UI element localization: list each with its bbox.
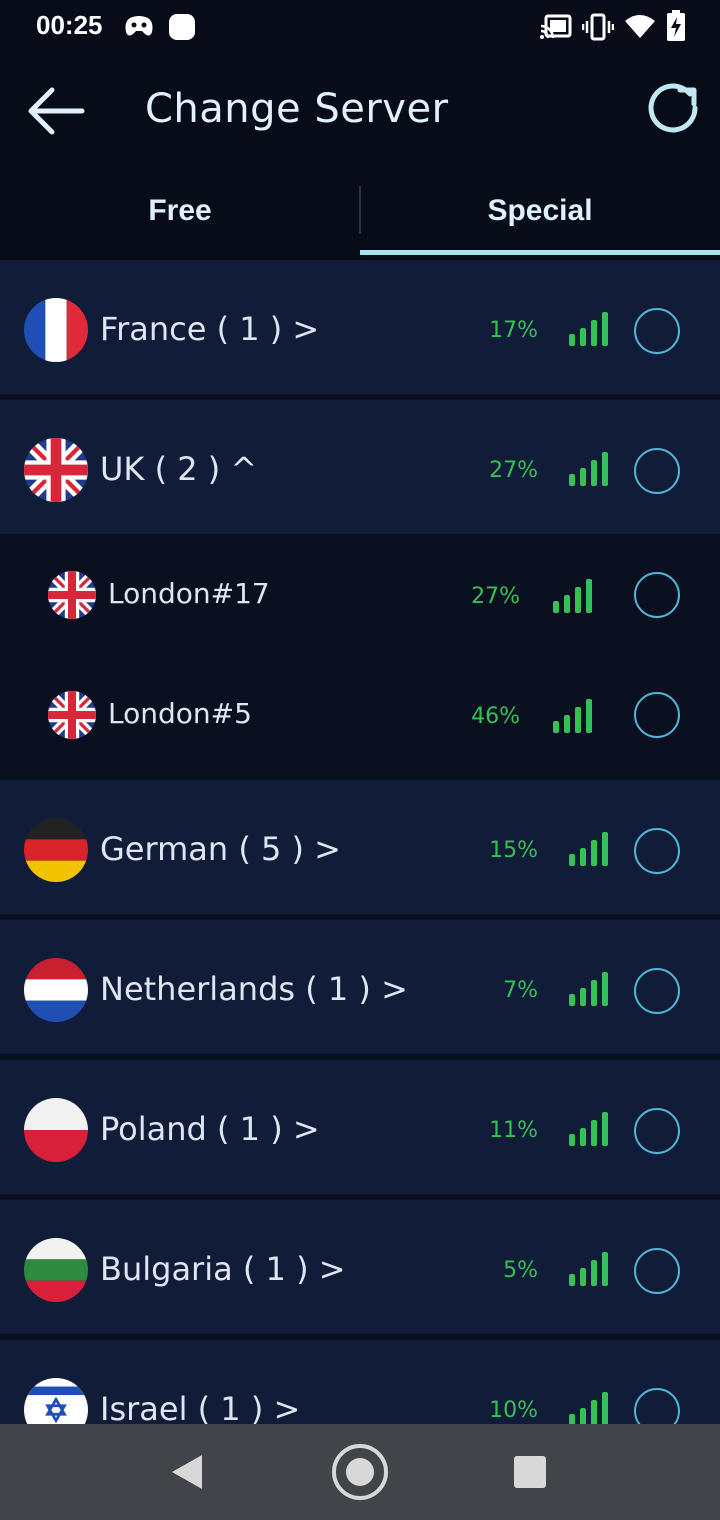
status-time: 00:25	[36, 10, 103, 40]
flag-germany-icon	[24, 818, 88, 882]
server-name: Netherlands ( 1 ) >	[100, 970, 408, 1008]
server-row-bulgaria[interactable]: Bulgaria ( 1 ) > 5%	[0, 1200, 720, 1334]
server-tabs: Free Special	[0, 166, 720, 260]
vibrate-icon	[582, 13, 614, 41]
server-radio[interactable]	[634, 968, 680, 1014]
server-radio[interactable]	[634, 1388, 680, 1424]
server-load: 27%	[471, 584, 520, 609]
system-nav-bar	[0, 1424, 720, 1520]
server-row-germany[interactable]: German ( 5 ) > 15%	[0, 780, 720, 914]
signal-strength-icon	[553, 697, 593, 733]
page-title: Change Server	[145, 86, 449, 132]
tab-free[interactable]: Free	[0, 166, 360, 256]
tab-special[interactable]: Special	[360, 166, 720, 256]
sub-server-name: London#5	[108, 697, 252, 730]
server-load: 10%	[489, 1398, 538, 1423]
signal-strength-icon	[569, 830, 609, 866]
server-radio[interactable]	[634, 692, 680, 738]
flag-uk-icon	[48, 691, 96, 739]
server-radio[interactable]	[634, 308, 680, 354]
server-row-netherlands[interactable]: Netherlands ( 1 ) > 7%	[0, 920, 720, 1054]
nav-home-icon[interactable]	[332, 1444, 388, 1500]
server-name: UK ( 2 ) ^	[100, 450, 258, 488]
server-name: Poland ( 1 ) >	[100, 1110, 320, 1148]
refresh-button[interactable]	[640, 78, 706, 144]
flag-israel-icon	[24, 1378, 88, 1424]
server-load: 11%	[489, 1118, 538, 1143]
flag-france-icon	[24, 298, 88, 362]
uk-sub-servers: London#17 27% London#5 46%	[0, 534, 720, 774]
server-radio[interactable]	[634, 1108, 680, 1154]
server-row-france[interactable]: France ( 1 ) > 17%	[0, 260, 720, 394]
nav-home-dot	[346, 1458, 374, 1486]
signal-strength-icon	[553, 577, 593, 613]
sub-server-row-london5[interactable]: London#5 46%	[0, 654, 720, 774]
wifi-icon	[625, 15, 655, 38]
battery-charging-icon	[667, 10, 685, 41]
refresh-icon	[648, 83, 698, 133]
flag-bulgaria-icon	[24, 1238, 88, 1302]
tab-indicator	[360, 250, 720, 255]
back-button[interactable]	[22, 78, 88, 144]
server-radio[interactable]	[634, 572, 680, 618]
server-load: 15%	[489, 838, 538, 863]
arrow-left-icon	[28, 87, 85, 135]
nav-back-icon[interactable]	[172, 1455, 202, 1489]
server-radio[interactable]	[634, 828, 680, 874]
server-load: 5%	[503, 1258, 538, 1283]
server-name: France ( 1 ) >	[100, 310, 320, 348]
app-notification-icon	[169, 14, 195, 40]
server-name: Bulgaria ( 1 ) >	[100, 1250, 346, 1288]
signal-strength-icon	[569, 450, 609, 486]
signal-strength-icon	[569, 310, 609, 346]
flag-uk-icon	[48, 571, 96, 619]
cast-icon	[540, 14, 572, 39]
signal-strength-icon	[569, 1390, 609, 1424]
status-bar: 00:25	[0, 0, 720, 56]
nav-recents-icon[interactable]	[514, 1456, 546, 1488]
signal-strength-icon	[569, 970, 609, 1006]
server-load: 7%	[503, 978, 538, 1003]
flag-netherlands-icon	[24, 958, 88, 1022]
server-row-poland[interactable]: Poland ( 1 ) > 11%	[0, 1060, 720, 1194]
app-bar: Change Server	[0, 56, 720, 166]
game-controller-icon	[125, 16, 153, 36]
server-load: 46%	[471, 704, 520, 729]
server-load: 27%	[489, 458, 538, 483]
server-name: German ( 5 ) >	[100, 830, 341, 868]
sub-server-row-london17[interactable]: London#17 27%	[0, 534, 720, 654]
server-row-israel[interactable]: Israel ( 1 ) > 10%	[0, 1340, 720, 1424]
flag-uk-icon	[24, 438, 88, 502]
server-row-uk[interactable]: UK ( 2 ) ^ 27%	[0, 400, 720, 534]
sub-server-name: London#17	[108, 577, 270, 610]
flag-poland-icon	[24, 1098, 88, 1162]
server-list[interactable]: France ( 1 ) > 17% UK ( 2 ) ^ 27% London…	[0, 260, 720, 1424]
server-name: Israel ( 1 ) >	[100, 1390, 301, 1424]
server-load: 17%	[489, 318, 538, 343]
signal-strength-icon	[569, 1110, 609, 1146]
server-radio[interactable]	[634, 448, 680, 494]
server-radio[interactable]	[634, 1248, 680, 1294]
signal-strength-icon	[569, 1250, 609, 1286]
